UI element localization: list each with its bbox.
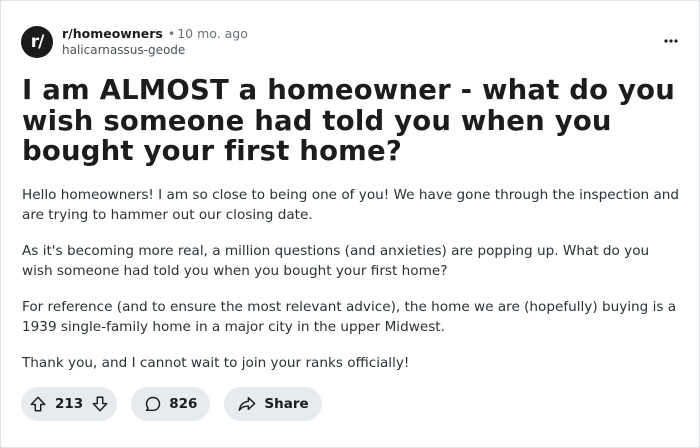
comments-button[interactable]: 826 xyxy=(131,387,211,421)
post-paragraph: Hello homeowners! I am so close to being… xyxy=(22,187,680,223)
meta-separator: • xyxy=(167,26,176,41)
arrow-down-icon xyxy=(92,396,108,412)
post-body: Hello homeowners! I am so close to being… xyxy=(22,185,682,389)
vote-count: 213 xyxy=(55,396,84,412)
more-options-button[interactable] xyxy=(663,31,679,51)
post-card: r/ r/homeowners • 10 mo. ago halicarnass… xyxy=(1,1,699,447)
vote-bar: 213 xyxy=(21,387,118,421)
post-header: r/ r/homeowners • 10 mo. ago halicarnass… xyxy=(21,25,248,59)
comment-bubble-icon xyxy=(144,395,162,413)
post-meta-top: r/homeowners • 10 mo. ago xyxy=(62,26,248,42)
arrow-up-icon xyxy=(30,396,46,412)
upvote-button[interactable] xyxy=(29,395,47,413)
subreddit-link[interactable]: r/homeowners xyxy=(62,26,163,42)
more-horizontal-icon xyxy=(664,39,678,43)
post-paragraph: As it's becoming more real, a million qu… xyxy=(22,243,650,279)
post-title[interactable]: I am ALMOST a homeowner - what do you wi… xyxy=(22,75,682,167)
subreddit-avatar[interactable]: r/ xyxy=(21,26,53,58)
comment-count: 826 xyxy=(169,396,198,412)
author-link[interactable]: halicarnassus-geode xyxy=(62,42,248,58)
post-paragraph: For reference (and to ensure the most re… xyxy=(22,299,677,335)
share-button[interactable]: Share xyxy=(224,387,322,421)
share-arrow-icon xyxy=(237,395,257,413)
post-actions: 213 826 Share xyxy=(21,387,336,421)
downvote-button[interactable] xyxy=(91,395,109,413)
post-paragraph: Thank you, and I cannot wait to join you… xyxy=(22,355,410,371)
post-time: 10 mo. ago xyxy=(177,26,248,41)
post-meta: r/homeowners • 10 mo. ago halicarnassus-… xyxy=(62,26,248,58)
share-label: Share xyxy=(264,396,309,412)
